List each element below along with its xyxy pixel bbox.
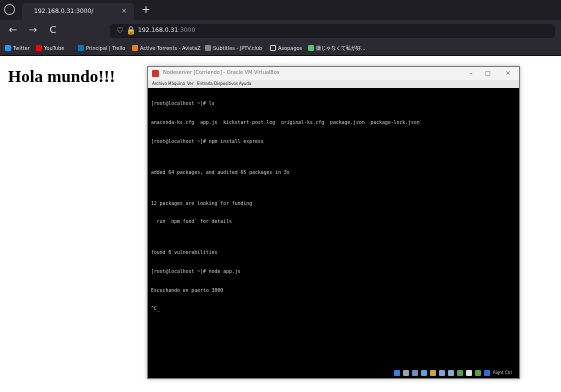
browser-tab-bar: 192.168.0.31:3000/ × + xyxy=(0,0,561,20)
cpu-icon[interactable] xyxy=(466,370,472,376)
terminal-line: [root@localhost ~]# node app.js xyxy=(151,269,241,275)
vbox-status-bar: Right Ctrl xyxy=(148,368,519,378)
youtube-icon xyxy=(36,45,42,51)
menu-archivo[interactable]: Archivo xyxy=(152,80,167,88)
bookmark-asopagos[interactable]: Asopagos xyxy=(270,42,302,56)
network-icon[interactable] xyxy=(421,370,427,376)
new-tab-button[interactable]: + xyxy=(139,3,153,17)
menu-ver[interactable]: Ver xyxy=(187,80,194,88)
shield-icon[interactable]: ♡ xyxy=(115,26,125,36)
terminal-line: found 0 vulnerabilities xyxy=(151,251,218,257)
bookmark-label: Subtitles - JPTV.club xyxy=(213,46,263,52)
bookmark-label: Twitter xyxy=(13,46,30,52)
bookmarks-toolbar: Twitter YouTube Principal | Trello Activ… xyxy=(0,42,561,56)
reload-button[interactable]: C xyxy=(46,24,60,38)
bookmark-trello[interactable]: Principal | Trello xyxy=(78,42,125,56)
page-heading: Hola mundo!!! xyxy=(8,67,116,86)
terminal-line: added 64 packages, and audited 65 packag… xyxy=(151,170,290,176)
bookmark-youtube[interactable]: YouTube xyxy=(36,42,64,56)
close-button[interactable]: × xyxy=(502,67,514,80)
bookmark-jp[interactable]: 嫌じゃなくて私が好... xyxy=(308,42,366,56)
bookmark-jptv[interactable]: Subtitles - JPTV.club xyxy=(205,42,262,56)
bookmark-label: YouTube xyxy=(44,46,65,52)
bookmark-label: Asopagos xyxy=(278,46,303,52)
recording-icon[interactable] xyxy=(457,370,463,376)
bookmark-avistaz[interactable]: Active Torrents - AvistaZ xyxy=(132,42,201,56)
minimize-button[interactable]: – xyxy=(465,67,477,80)
url-port: :3000 xyxy=(178,27,196,34)
terminal-line: [root@localhost ~]# npm install express xyxy=(151,139,264,145)
back-button[interactable]: ← xyxy=(6,24,20,38)
page-content: Hola mundo!!! Nodeserver [Corriendo] - O… xyxy=(0,57,561,392)
shared-folders-icon[interactable] xyxy=(439,370,445,376)
keyboard-icon[interactable] xyxy=(484,370,490,376)
terminal-line: run `npm fund` for details xyxy=(151,220,232,226)
audio-icon[interactable] xyxy=(412,370,418,376)
url-text[interactable]: 192.168.0.31:3000 xyxy=(138,24,195,38)
menu-entrada[interactable]: Entrada xyxy=(197,80,213,88)
menu-ayuda[interactable]: Ayuda xyxy=(239,80,251,88)
trello-icon xyxy=(78,45,84,51)
optical-drive-icon[interactable] xyxy=(403,370,409,376)
bookmark-label: 嫌じゃなくて私が好... xyxy=(316,46,366,52)
terminal-line: 12 packages are looking for funding xyxy=(151,201,253,207)
tab-close-icon[interactable]: × xyxy=(121,3,127,20)
usb-icon[interactable] xyxy=(430,370,436,376)
display-icon[interactable] xyxy=(448,370,454,376)
virtualbox-window[interactable]: Nodeserver [Corriendo] - Oracle VM Virtu… xyxy=(147,66,520,379)
browser-menu-icon[interactable] xyxy=(4,4,15,15)
forward-button[interactable]: → xyxy=(26,24,40,38)
host-key-label: Right Ctrl xyxy=(493,370,512,375)
lock-icon[interactable]: 🔒 xyxy=(126,26,136,36)
vbox-title-bar[interactable]: Nodeserver [Corriendo] - Oracle VM Virtu… xyxy=(148,67,519,80)
url-host: 192.168.0.31 xyxy=(138,27,179,34)
subtitles-icon xyxy=(205,45,211,51)
address-bar[interactable]: ♡ 🔒 192.168.0.31:3000 xyxy=(110,24,555,38)
maximize-button[interactable]: □ xyxy=(482,67,494,80)
terminal-line: Escuchando en puerto 3000 xyxy=(151,288,224,294)
bookmark-label: Principal | Trello xyxy=(86,46,126,52)
browser-tab[interactable]: 192.168.0.31:3000/ × xyxy=(22,3,134,20)
bookmark-icon xyxy=(308,45,314,51)
menu-dispositivos[interactable]: Dispositivos xyxy=(214,80,238,88)
mouse-integration-icon[interactable] xyxy=(475,370,481,376)
twitter-icon xyxy=(5,45,11,51)
folder-icon xyxy=(270,45,276,51)
terminal-line: ^C_ xyxy=(151,307,160,313)
terminal-line: anaconda-ks.cfg app.js kickstart-post.lo… xyxy=(151,121,420,127)
browser-nav-bar: ← → C ♡ 🔒 192.168.0.31:3000 xyxy=(0,20,561,42)
torrent-icon xyxy=(132,45,138,51)
bookmark-label: Active Torrents - AvistaZ xyxy=(140,46,201,52)
vbox-title: Nodeserver [Corriendo] - Oracle VM Virtu… xyxy=(163,70,280,76)
virtualbox-icon xyxy=(152,70,159,77)
terminal-line: [root@localhost ~]# ls xyxy=(151,102,215,108)
vbox-menu-bar: Archivo Máquina Ver Entrada Dispositivos… xyxy=(148,80,519,88)
menu-maquina[interactable]: Máquina xyxy=(168,80,185,88)
bookmark-twitter[interactable]: Twitter xyxy=(5,42,30,56)
terminal-output[interactable]: [root@localhost ~]# ls anaconda-ks.cfg a… xyxy=(151,90,516,360)
tab-title: 192.168.0.31:3000/ xyxy=(34,8,94,15)
hard-disk-icon[interactable] xyxy=(394,370,400,376)
